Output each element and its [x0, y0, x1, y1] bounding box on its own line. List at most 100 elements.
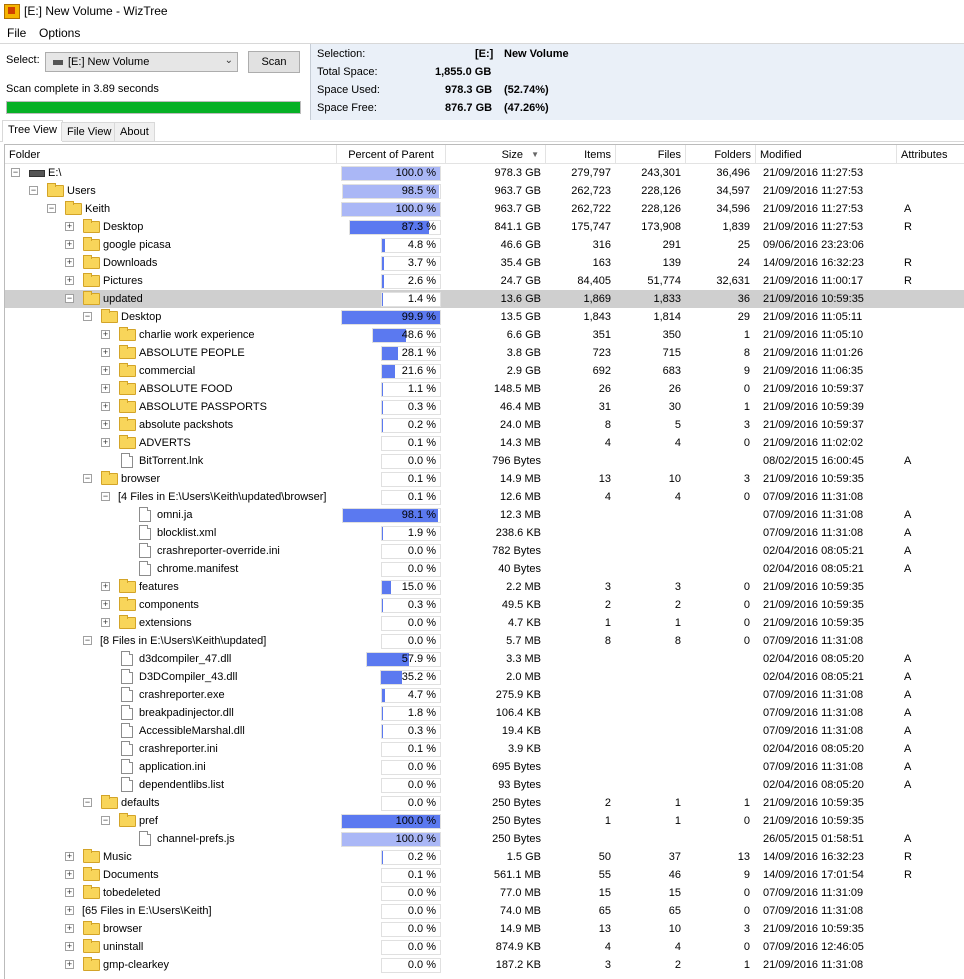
- collapse-icon[interactable]: −: [83, 312, 92, 321]
- col-folders[interactable]: Folders: [686, 145, 756, 163]
- tree-row[interactable]: crashreporter.ini0.1 %3.9 KB02/04/2016 0…: [5, 740, 964, 758]
- tree-row[interactable]: +commercial21.6 %2.9 GB692683921/09/2016…: [5, 362, 964, 380]
- collapse-icon[interactable]: −: [83, 474, 92, 483]
- collapse-icon[interactable]: −: [101, 492, 110, 501]
- percent-text: 28.1 %: [402, 347, 436, 360]
- collapse-icon[interactable]: −: [83, 798, 92, 807]
- attributes-cell: A: [904, 830, 911, 848]
- tree-row[interactable]: −updated1.4 %13.6 GB1,8691,8333621/09/20…: [5, 290, 964, 308]
- modified-cell: 21/09/2016 11:27:53: [763, 164, 863, 182]
- scan-button[interactable]: Scan: [248, 51, 300, 73]
- items-cell: 2: [546, 596, 611, 614]
- expand-icon[interactable]: +: [101, 402, 110, 411]
- modified-cell: 07/09/2016 11:31:08: [763, 488, 863, 506]
- tree-row[interactable]: +Music0.2 %1.5 GB50371314/09/2016 16:32:…: [5, 848, 964, 866]
- collapse-icon[interactable]: −: [83, 636, 92, 645]
- expand-icon[interactable]: +: [101, 618, 110, 627]
- tree-row[interactable]: +[65 Files in E:\Users\Keith]0.0 %74.0 M…: [5, 902, 964, 920]
- expand-icon[interactable]: +: [65, 222, 74, 231]
- col-modified[interactable]: Modified: [756, 145, 897, 163]
- col-files[interactable]: Files: [616, 145, 686, 163]
- tree-row[interactable]: −pref100.0 %250 Bytes11021/09/2016 10:59…: [5, 812, 964, 830]
- tree-row[interactable]: +absolute packshots0.2 %24.0 MB85321/09/…: [5, 416, 964, 434]
- col-attributes[interactable]: Attributes: [897, 145, 964, 163]
- tab-file-view[interactable]: File View: [61, 122, 117, 141]
- expand-icon[interactable]: +: [65, 852, 74, 861]
- size-cell: 796 Bytes: [446, 452, 541, 470]
- drive-select[interactable]: [E:] New Volume ⌄: [45, 52, 238, 72]
- tree-row[interactable]: +features15.0 %2.2 MB33021/09/2016 10:59…: [5, 578, 964, 596]
- tree-row[interactable]: +uninstall0.0 %874.9 KB44007/09/2016 12:…: [5, 938, 964, 956]
- tree-row[interactable]: channel-prefs.js100.0 %250 Bytes26/05/20…: [5, 830, 964, 848]
- tree-row[interactable]: +Documents0.1 %561.1 MB5546914/09/2016 1…: [5, 866, 964, 884]
- tree-row[interactable]: +ABSOLUTE PASSPORTS0.3 %46.4 MB3130121/0…: [5, 398, 964, 416]
- expand-icon[interactable]: +: [65, 960, 74, 969]
- size-cell: 2.0 MB: [446, 668, 541, 686]
- items-cell: 723: [546, 344, 611, 362]
- expand-icon[interactable]: +: [65, 888, 74, 897]
- tree-row[interactable]: d3dcompiler_47.dll57.9 %3.3 MB02/04/2016…: [5, 650, 964, 668]
- tree-row[interactable]: +google picasa4.8 %46.6 GB3162912509/06/…: [5, 236, 964, 254]
- tree-row[interactable]: +charlie work experience48.6 %6.6 GB3513…: [5, 326, 964, 344]
- menu-options[interactable]: Options: [39, 26, 80, 40]
- col-items[interactable]: Items: [546, 145, 616, 163]
- tree-row[interactable]: +ABSOLUTE FOOD1.1 %148.5 MB2626021/09/20…: [5, 380, 964, 398]
- tree-row[interactable]: −E:\100.0 %978.3 GB279,797243,30136,4962…: [5, 164, 964, 182]
- tree-row[interactable]: −Desktop99.9 %13.5 GB1,8431,8142921/09/2…: [5, 308, 964, 326]
- col-percent[interactable]: Percent of Parent: [337, 145, 446, 163]
- expand-icon[interactable]: +: [65, 942, 74, 951]
- tree-row[interactable]: +components0.3 %49.5 KB22021/09/2016 10:…: [5, 596, 964, 614]
- tree-row[interactable]: +Downloads3.7 %35.4 GB1631392414/09/2016…: [5, 254, 964, 272]
- tree-row[interactable]: −Users98.5 %963.7 GB262,723228,12634,597…: [5, 182, 964, 200]
- items-cell: 3: [546, 578, 611, 596]
- menu-file[interactable]: File: [7, 26, 26, 40]
- expand-icon[interactable]: +: [101, 330, 110, 339]
- tab-tree-view[interactable]: Tree View: [2, 120, 63, 142]
- tree-row[interactable]: −[4 Files in E:\Users\Keith\updated\brow…: [5, 488, 964, 506]
- expand-icon[interactable]: +: [65, 258, 74, 267]
- tree-row[interactable]: +gmp-clearkey0.0 %187.2 KB32121/09/2016 …: [5, 956, 964, 974]
- expand-icon[interactable]: +: [65, 276, 74, 285]
- tree-row[interactable]: chrome.manifest0.0 %40 Bytes02/04/2016 0…: [5, 560, 964, 578]
- expand-icon[interactable]: +: [101, 600, 110, 609]
- tree-row[interactable]: −defaults0.0 %250 Bytes21121/09/2016 10:…: [5, 794, 964, 812]
- expand-icon[interactable]: +: [65, 924, 74, 933]
- tree-row[interactable]: blocklist.xml1.9 %238.6 KB07/09/2016 11:…: [5, 524, 964, 542]
- expand-icon[interactable]: +: [101, 582, 110, 591]
- col-size[interactable]: Size ▼: [446, 145, 546, 163]
- tree-row[interactable]: AccessibleMarshal.dll0.3 %19.4 KB07/09/2…: [5, 722, 964, 740]
- tree-row[interactable]: D3DCompiler_43.dll35.2 %2.0 MB02/04/2016…: [5, 668, 964, 686]
- tree-row[interactable]: omni.ja98.1 %12.3 MB07/09/2016 11:31:08A: [5, 506, 964, 524]
- tree-row[interactable]: crashreporter.exe4.7 %275.9 KB07/09/2016…: [5, 686, 964, 704]
- collapse-icon[interactable]: −: [65, 294, 74, 303]
- tree-row[interactable]: +browser0.0 %14.9 MB1310321/09/2016 10:5…: [5, 920, 964, 938]
- expand-icon[interactable]: +: [101, 384, 110, 393]
- tree-row[interactable]: −browser0.1 %14.9 MB1310321/09/2016 10:5…: [5, 470, 964, 488]
- tree-row[interactable]: +ADVERTS0.1 %14.3 MB44021/09/2016 11:02:…: [5, 434, 964, 452]
- expand-icon[interactable]: +: [65, 870, 74, 879]
- expand-icon[interactable]: +: [101, 348, 110, 357]
- tree-row[interactable]: +ABSOLUTE PEOPLE28.1 %3.8 GB723715821/09…: [5, 344, 964, 362]
- tree-row[interactable]: breakpadinjector.dll1.8 %106.4 KB07/09/2…: [5, 704, 964, 722]
- tree-row[interactable]: −[8 Files in E:\Users\Keith\updated]0.0 …: [5, 632, 964, 650]
- expand-icon[interactable]: +: [65, 906, 74, 915]
- expand-icon[interactable]: +: [101, 438, 110, 447]
- col-folder[interactable]: Folder: [5, 145, 337, 163]
- tree-row[interactable]: +Desktop87.3 %841.1 GB175,747173,9081,83…: [5, 218, 964, 236]
- expand-icon[interactable]: +: [65, 240, 74, 249]
- tree-row[interactable]: +Pictures2.6 %24.7 GB84,40551,77432,6312…: [5, 272, 964, 290]
- tree-row[interactable]: application.ini0.0 %695 Bytes07/09/2016 …: [5, 758, 964, 776]
- collapse-icon[interactable]: −: [101, 816, 110, 825]
- tree-row[interactable]: BitTorrent.lnk0.0 %796 Bytes08/02/2015 1…: [5, 452, 964, 470]
- tree-row[interactable]: crashreporter-override.ini0.0 %782 Bytes…: [5, 542, 964, 560]
- tree-row[interactable]: +extensions0.0 %4.7 KB11021/09/2016 10:5…: [5, 614, 964, 632]
- collapse-icon[interactable]: −: [11, 168, 20, 177]
- collapse-icon[interactable]: −: [29, 186, 38, 195]
- expand-icon[interactable]: +: [101, 366, 110, 375]
- tab-about[interactable]: About: [114, 122, 155, 141]
- tree-row[interactable]: +tobedeleted0.0 %77.0 MB1515007/09/2016 …: [5, 884, 964, 902]
- tree-row[interactable]: −Keith100.0 %963.7 GB262,722228,12634,59…: [5, 200, 964, 218]
- tree-row[interactable]: dependentlibs.list0.0 %93 Bytes02/04/201…: [5, 776, 964, 794]
- expand-icon[interactable]: +: [101, 420, 110, 429]
- collapse-icon[interactable]: −: [47, 204, 56, 213]
